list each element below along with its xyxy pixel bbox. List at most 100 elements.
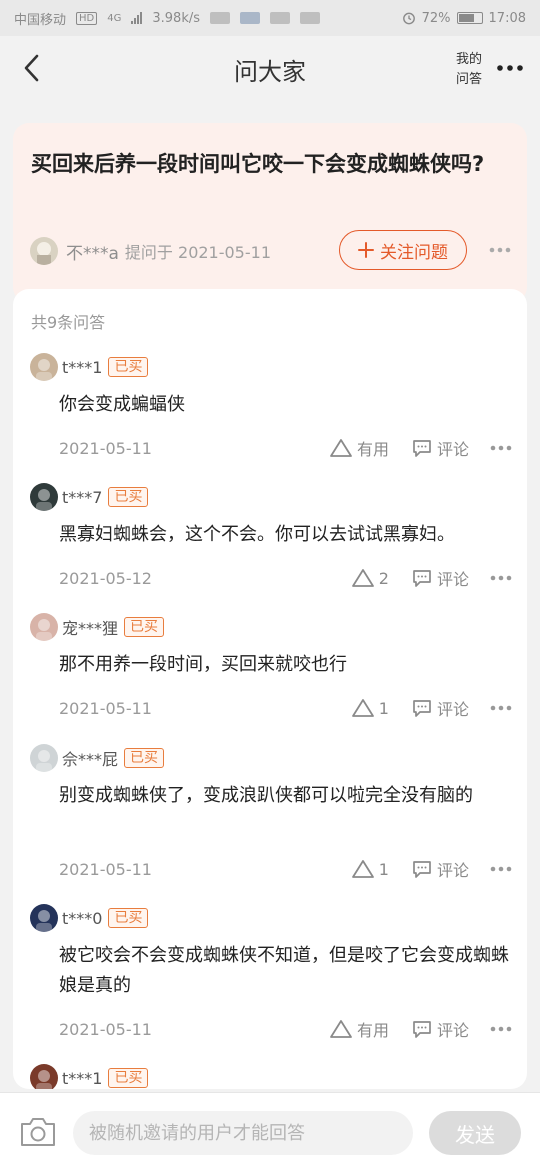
bought-tag: 已买	[108, 487, 149, 507]
answer-text: 黑寡妇蜘蛛会，这个不会。你可以去试试黑寡妇。	[59, 524, 455, 545]
nav-bar: 问大家 我的 问答	[0, 36, 540, 102]
useful-button[interactable]: 2	[351, 568, 389, 588]
answer-item: 佘***屁 已买 别变成蜘蛛侠了，变成浪趴侠都可以啦完全没有脑的 2021-05…	[13, 743, 527, 893]
answer-user: t***0	[62, 908, 103, 928]
useful-label: 有用	[356, 1021, 389, 1040]
more-dots-icon	[490, 575, 512, 581]
answer-more-button[interactable]	[489, 438, 513, 458]
send-label: 发送	[455, 1122, 495, 1147]
plus-icon	[358, 242, 374, 258]
comment-label: 评论	[436, 440, 469, 459]
send-button[interactable]: 发送	[429, 1111, 521, 1155]
avatar[interactable]	[30, 483, 58, 511]
avatar[interactable]	[30, 1064, 58, 1089]
my-qa-label-line2: 问答	[455, 72, 482, 87]
comment-bubble-icon	[413, 861, 431, 878]
answer-item: t***1 已买 你会变成蝙蝠侠 2021-05-11 有用 评论	[13, 352, 527, 472]
battery-icon	[456, 12, 483, 24]
avatar[interactable]	[30, 744, 58, 772]
comment-bubble-icon	[413, 1021, 431, 1038]
answer-item: t***1 已买	[13, 1063, 527, 1089]
more-menu-button[interactable]	[492, 56, 528, 80]
more-dots-icon	[489, 247, 511, 253]
answer-text: 那不用养一段时间，买回来就咬也行	[59, 654, 347, 675]
comment-bubble-icon	[413, 570, 431, 587]
comment-label: 评论	[436, 1021, 469, 1040]
useful-count: 1	[378, 859, 389, 879]
useful-count: 1	[378, 698, 389, 718]
comment-label: 评论	[436, 861, 469, 880]
answer-user: 佘***屁	[62, 750, 119, 769]
camera-icon	[21, 1118, 55, 1146]
app-notification-icon	[270, 12, 291, 24]
useful-button[interactable]: 有用	[329, 1017, 389, 1041]
comment-bubble-icon	[413, 700, 431, 717]
comment-button[interactable]: 评论	[411, 566, 469, 590]
useful-label: 有用	[356, 440, 389, 459]
more-dots-icon	[497, 65, 523, 71]
speed-label: 3.98k/s	[152, 10, 201, 26]
answer-count: 共9条问答	[31, 313, 106, 332]
camera-button[interactable]	[18, 1115, 58, 1149]
thumbs-triangle-icon	[351, 569, 374, 587]
answer-user: 宠***狸	[62, 619, 119, 638]
thumbs-triangle-icon	[330, 1020, 352, 1038]
more-dots-icon	[490, 1026, 512, 1032]
network-type-label: 4G	[107, 12, 122, 24]
battery-percent: 72%	[421, 10, 451, 26]
clock: 17:08	[488, 10, 526, 26]
useful-button[interactable]: 1	[351, 698, 389, 718]
answer-date: 2021-05-11	[59, 1019, 152, 1039]
avatar[interactable]	[30, 353, 58, 381]
bought-tag: 已买	[124, 748, 165, 768]
answer-text: 别变成蜘蛛侠了，变成浪趴侠都可以啦完全没有脑的	[59, 785, 473, 806]
answers-card: 共9条问答 t***1 已买 你会变成蝙蝠侠 2021-05-11 有用 评论	[13, 289, 527, 1089]
useful-button[interactable]: 有用	[329, 436, 389, 460]
app-notification-icon	[240, 12, 261, 24]
comment-button[interactable]: 评论	[411, 857, 469, 881]
bought-tag: 已买	[108, 908, 149, 928]
answer-more-button[interactable]	[489, 568, 513, 588]
avatar[interactable]	[30, 613, 58, 641]
follow-question-button[interactable]: 关注问题	[339, 230, 467, 270]
status-bar: 中国移动 HD 4G 3.98k/s 72% 17:08	[0, 0, 540, 36]
question-meta: 不***a 提问于 2021-05-11	[30, 236, 271, 266]
back-button[interactable]	[14, 50, 50, 86]
answer-date: 2021-05-11	[59, 698, 152, 718]
answer-more-button[interactable]	[489, 698, 513, 718]
avatar[interactable]	[30, 237, 58, 265]
thumbs-triangle-icon	[330, 439, 352, 457]
bottom-reply-bar: 发送	[0, 1092, 540, 1170]
reply-input[interactable]	[73, 1111, 413, 1155]
answer-text: 被它咬会不会变成蜘蛛侠不知道，但是咬了它会变成蜘蛛娘是真的	[59, 945, 509, 996]
comment-label: 评论	[436, 570, 469, 589]
bought-tag: 已买	[124, 617, 165, 637]
answer-item: t***0 已买 被它咬会不会变成蜘蛛侠不知道，但是咬了它会变成蜘蛛娘是真的 2…	[13, 903, 527, 1053]
comment-button[interactable]: 评论	[411, 1017, 469, 1041]
useful-count: 2	[378, 568, 389, 588]
comment-button[interactable]: 评论	[411, 696, 469, 720]
avatar[interactable]	[30, 904, 58, 932]
app-notification-icon	[210, 12, 231, 24]
asked-date: 提问于 2021-05-11	[124, 243, 271, 262]
question-more-button[interactable]	[485, 237, 515, 263]
back-arrow-icon	[24, 54, 39, 82]
my-qa-label-line1: 我的	[455, 52, 482, 67]
answer-date: 2021-05-12	[59, 568, 152, 588]
carrier-label: 中国移动	[14, 12, 67, 28]
answer-more-button[interactable]	[489, 1019, 513, 1039]
comment-bubble-icon	[413, 440, 431, 457]
my-qa-button[interactable]: 我的 问答	[449, 50, 489, 90]
asker-name: 不***a	[66, 243, 119, 264]
signal-icon	[131, 12, 143, 24]
question-card: 买回来后养一段时间叫它咬一下会变成蜘蛛侠吗? 不***a 提问于 2021-05…	[13, 123, 527, 303]
comment-button[interactable]: 评论	[411, 436, 469, 460]
thumbs-triangle-icon	[351, 860, 374, 878]
answer-item: t***7 已买 黑寡妇蜘蛛会，这个不会。你可以去试试黑寡妇。 2021-05-…	[13, 482, 527, 602]
answer-text: 你会变成蝙蝠侠	[59, 394, 185, 415]
answer-user: t***1	[62, 1068, 103, 1088]
useful-button[interactable]: 1	[351, 859, 389, 879]
answer-more-button[interactable]	[489, 859, 513, 879]
bought-tag: 已买	[108, 1068, 149, 1088]
more-dots-icon	[490, 445, 512, 451]
